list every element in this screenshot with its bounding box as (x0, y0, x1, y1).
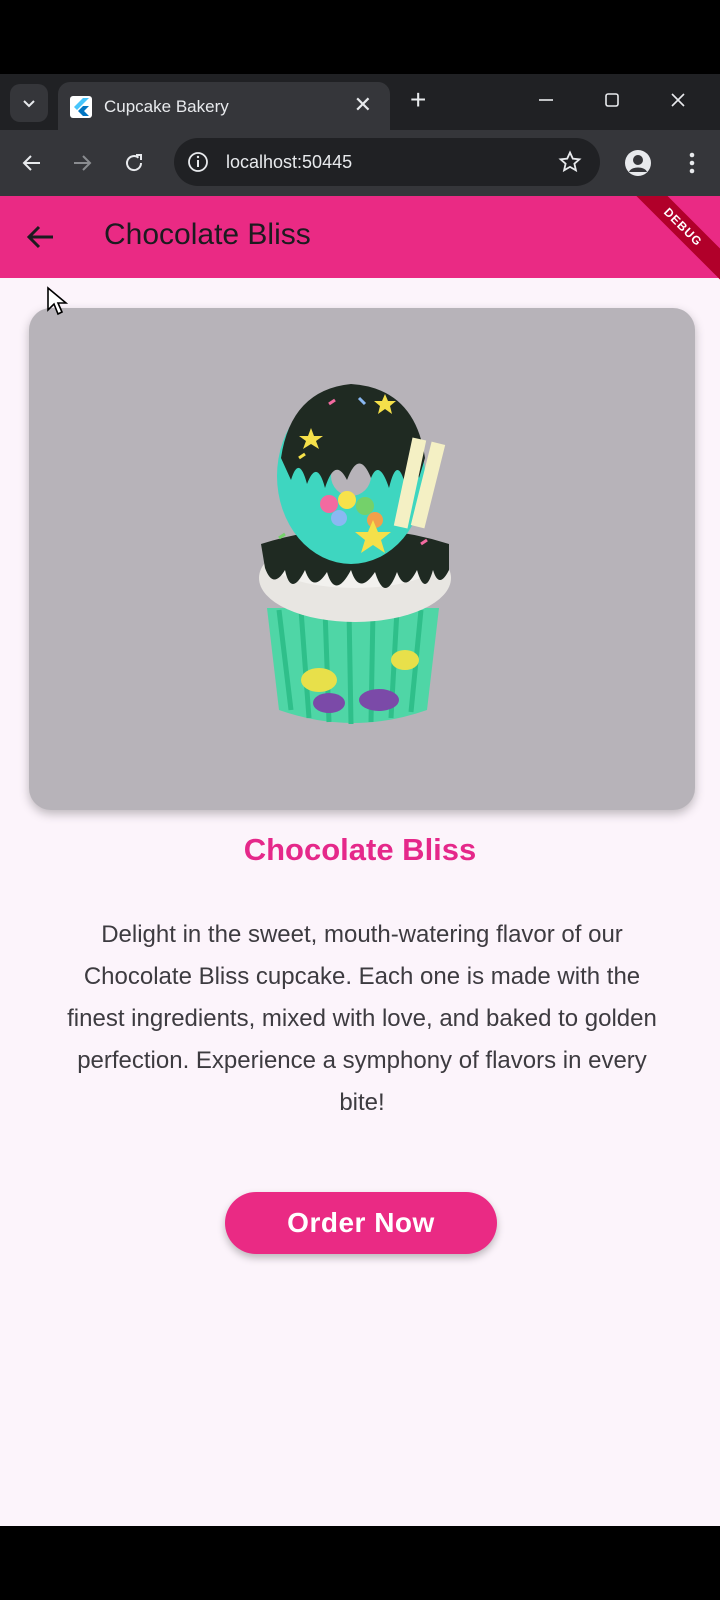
cupcake-image (259, 384, 451, 725)
browser-toolbar: localhost:50445 (0, 130, 720, 196)
order-now-button[interactable]: Order Now (225, 1192, 497, 1254)
profile-button[interactable] (622, 147, 654, 179)
forward-button[interactable] (66, 147, 98, 179)
maximize-button[interactable] (582, 74, 642, 126)
profile-icon (625, 150, 651, 176)
close-icon (671, 93, 685, 107)
browser-tab[interactable]: Cupcake Bakery ✕ (58, 82, 390, 130)
address-bar[interactable]: localhost:50445 (174, 138, 600, 186)
bookmark-star-icon[interactable] (558, 150, 582, 174)
close-window-button[interactable] (648, 74, 708, 126)
reload-icon (126, 154, 143, 172)
mouse-cursor-icon (47, 286, 68, 316)
product-name: Chocolate Bliss (243, 832, 477, 867)
more-vert-icon (689, 152, 695, 174)
tab-search-button[interactable] (10, 84, 48, 122)
tab-close-icon[interactable]: ✕ (354, 92, 372, 118)
status-area (0, 0, 720, 74)
page-title: Chocolate Bliss (104, 218, 311, 251)
tab-title: Cupcake Bakery (104, 97, 229, 116)
app-page: Chocolate Bliss DEBUG Chocolate Bliss De… (0, 196, 720, 1526)
bottom-bar (0, 1526, 720, 1600)
arrow-left-icon (22, 155, 40, 171)
product-image-card (29, 308, 695, 810)
arrow-right-icon (74, 155, 92, 171)
new-tab-button[interactable]: + (410, 84, 426, 116)
url-text[interactable]: localhost:50445 (226, 152, 352, 173)
browser-menu-button[interactable] (676, 147, 708, 179)
app-bar: Chocolate Bliss DEBUG (0, 196, 720, 288)
site-info-icon[interactable] (186, 150, 210, 174)
debug-banner: DEBUG (622, 196, 720, 288)
flutter-favicon-icon (70, 96, 92, 118)
maximize-icon (605, 93, 619, 107)
minimize-button[interactable] (516, 74, 576, 126)
minimize-icon (539, 99, 553, 101)
reload-button[interactable] (118, 147, 150, 179)
back-button[interactable] (16, 147, 48, 179)
product-description: Delight in the sweet, mouth-watering fla… (67, 921, 657, 1116)
back-arrow-icon[interactable] (24, 220, 58, 254)
chevron-down-icon (23, 100, 35, 108)
